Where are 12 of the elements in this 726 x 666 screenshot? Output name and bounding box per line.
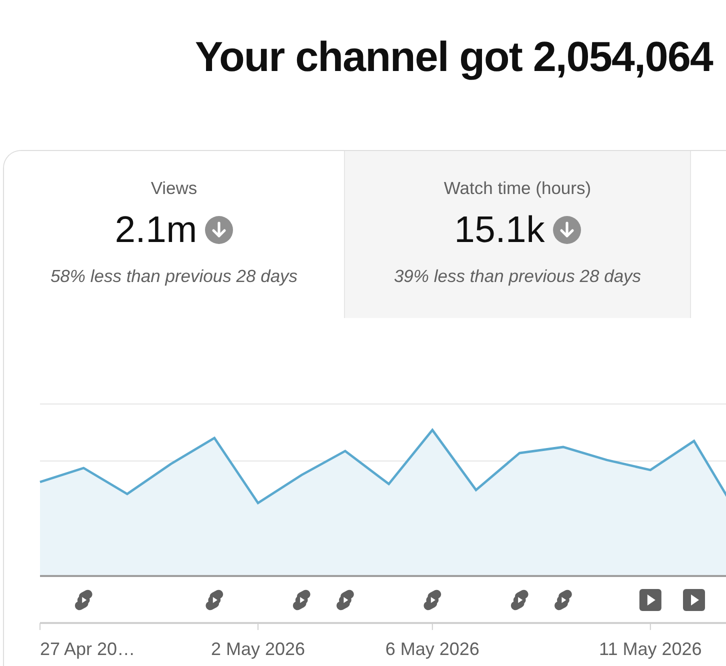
axis-date-label: 27 Apr 20… [40,639,136,659]
axis-date-label: 6 May 2026 [385,639,480,659]
metric-value: 15.1k [454,209,545,251]
page-heading: Your channel got 2,054,064 [194,32,714,82]
comparison-text: 39% less than previous 28 days [392,265,642,287]
metric-label: Watch time (hours) [442,177,592,199]
axis-date-label: 11 May 2026 [599,639,702,659]
metric-label: Views [150,177,198,199]
axis-date-label: 2 May 2026 [210,639,306,659]
metric-tab[interactable]: Watch time (hours) 15.1k 39% less than previous 28 days [344,151,691,318]
metric-value: 2.1m [114,209,198,251]
comparison-text: 58% less than previous 28 days [49,265,299,287]
